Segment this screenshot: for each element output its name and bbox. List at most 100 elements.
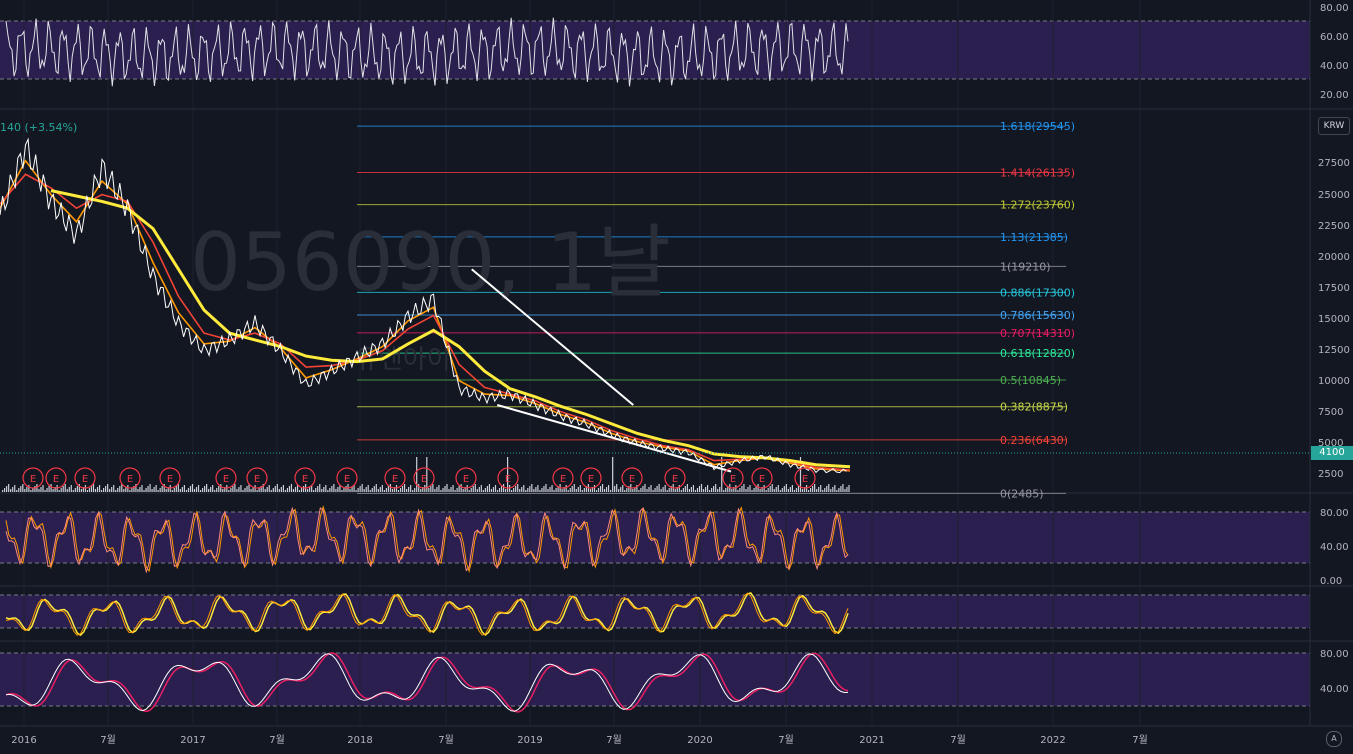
volume-bar — [468, 490, 470, 492]
fib-label-1: 1.414(26135) — [1000, 166, 1075, 179]
volume-bar — [286, 488, 289, 492]
volume-bar — [64, 484, 66, 492]
volume-bar — [472, 486, 474, 492]
volume-bar — [668, 488, 670, 492]
volume-bar — [549, 487, 551, 492]
volume-bar — [246, 486, 248, 492]
volume-bar — [842, 484, 844, 492]
volume-bar — [298, 490, 301, 492]
volume-bar — [543, 486, 545, 492]
volume-bar — [153, 487, 155, 492]
volume-bar — [272, 488, 274, 492]
fib-label-10: 0.382(8875) — [1000, 401, 1068, 414]
volume-bar — [462, 489, 464, 492]
volume-bar — [680, 490, 682, 492]
volume-bar — [624, 490, 626, 492]
volume-bar — [517, 484, 519, 492]
chart-canvas[interactable]: 1.618(29545) 1.414(26135) 1.272(23760) 1.13… — [0, 0, 1353, 750]
volume-bar — [446, 484, 448, 492]
volume-bar — [498, 488, 501, 492]
volume-bar — [42, 485, 44, 492]
time-axis-tick: 2016 — [11, 735, 36, 746]
volume-bar — [682, 488, 684, 492]
fib-label-2: 1.272(23760) — [1000, 199, 1075, 212]
oscillator-band-0 — [0, 21, 1310, 79]
volume-bar — [256, 490, 258, 492]
volume-bar — [278, 489, 280, 492]
volume-bar — [109, 489, 111, 492]
volume-bar — [284, 490, 286, 492]
volume-bar — [773, 489, 775, 492]
volume-bar — [276, 484, 278, 492]
earnings-marker-label: E — [463, 474, 469, 485]
volume-bar — [456, 488, 458, 492]
volume-bar — [113, 485, 115, 492]
volume-bar — [216, 488, 218, 492]
volume-bar — [789, 487, 791, 492]
volume-bar — [220, 484, 222, 492]
volume-bar — [40, 487, 42, 492]
volume-bar — [193, 489, 196, 492]
volume-bar — [822, 490, 824, 492]
earnings-marker-label: E — [127, 474, 133, 485]
volume-bar — [791, 485, 794, 492]
volume-bar — [333, 484, 335, 492]
volume-bar — [131, 488, 133, 492]
auto-scale-button[interactable]: A — [1326, 731, 1342, 747]
volume-bar — [723, 490, 725, 492]
fib-label-3: 1.13(21385) — [1000, 231, 1068, 244]
volume-bar — [302, 486, 305, 492]
volume-bar — [349, 489, 351, 492]
volume-bar — [561, 489, 563, 492]
fib-label-6: 0.786(15630) — [1000, 309, 1075, 322]
volume-bar — [183, 485, 185, 492]
volume-bar — [420, 489, 422, 492]
volume-bar — [826, 486, 828, 492]
volume-bar — [139, 487, 141, 492]
volume-bar — [579, 485, 581, 492]
earnings-marker-label: E — [254, 474, 260, 485]
volume-bar — [767, 488, 769, 492]
chart-root[interactable]: 1.618(29545) 1.414(26135) 1.272(23760) 1.13… — [0, 0, 1353, 750]
earnings-marker-label: E — [392, 474, 398, 485]
volume-bar — [280, 487, 282, 492]
volume-bar — [844, 489, 846, 492]
volume-bar — [414, 488, 416, 492]
volume-bar — [327, 490, 329, 492]
volume-bar — [98, 485, 101, 492]
volume-bar — [28, 485, 30, 492]
volume-bar — [18, 488, 20, 492]
volume-bar — [575, 489, 577, 492]
volume-bar — [266, 487, 268, 492]
volume-bar — [608, 485, 610, 492]
earnings-marker-label: E — [759, 474, 765, 485]
volume-bar — [94, 489, 97, 492]
volume-bar — [137, 489, 139, 492]
volume-bar — [713, 486, 715, 492]
volume-bar — [547, 489, 549, 492]
rsi-axis-tick: 40.00 — [1320, 61, 1349, 72]
volume-bar — [123, 489, 125, 492]
volume-bar — [401, 486, 404, 492]
volume-bar — [48, 486, 50, 492]
volume-bar — [438, 485, 440, 492]
volume-bar — [201, 488, 204, 492]
volume-bar — [115, 490, 117, 492]
volume-bar — [646, 489, 648, 492]
earnings-marker-label: E — [505, 474, 511, 485]
volume-bar — [450, 487, 452, 492]
fib-label-4: 1(19210) — [1000, 260, 1051, 273]
volume-bar — [654, 488, 656, 492]
volume-bar — [185, 490, 188, 492]
time-axis-tick: 2017 — [180, 735, 205, 746]
currency-badge[interactable]: KRW — [1318, 117, 1350, 135]
volume-bar — [16, 490, 18, 492]
volume-bar — [359, 486, 361, 492]
volume-bar — [807, 490, 810, 492]
volume-bar — [206, 484, 208, 492]
volume-bar — [432, 484, 434, 492]
volume-bar — [515, 486, 517, 492]
rsi-axis-tick: 80.00 — [1320, 3, 1349, 14]
rsi-axis-tick: 20.00 — [1320, 90, 1349, 101]
volume-bar — [127, 485, 129, 492]
